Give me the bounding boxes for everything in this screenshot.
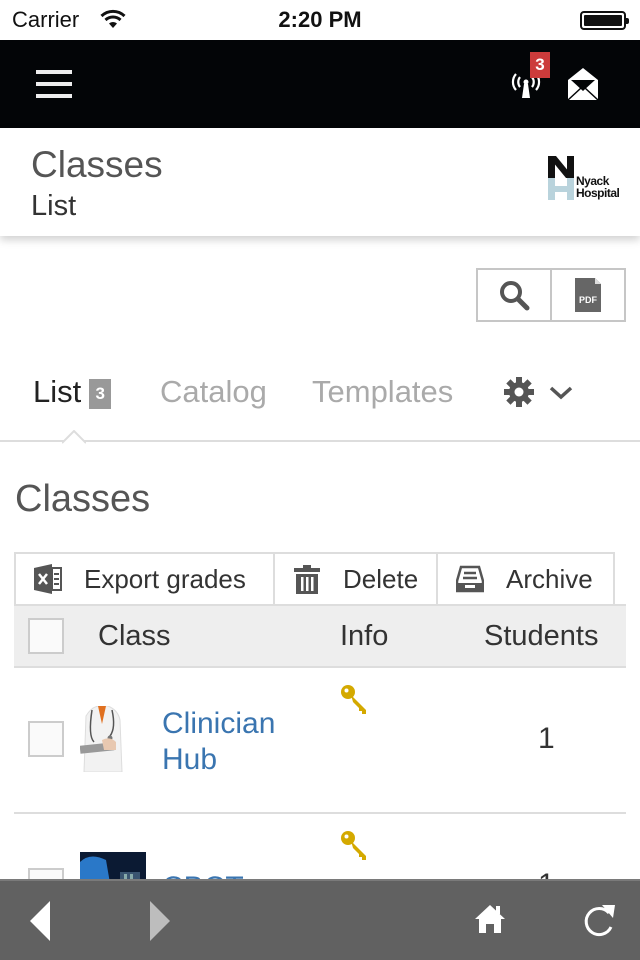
column-header-class[interactable]: Class <box>98 620 171 653</box>
column-header-students[interactable]: Students <box>484 620 598 653</box>
table-row[interactable]: Clinician Hub 1 <box>14 668 626 814</box>
nyack-hospital-logo: Nyack Hospital <box>548 156 628 202</box>
key-icon[interactable] <box>340 830 370 860</box>
search-button[interactable] <box>478 270 550 320</box>
column-header-info[interactable]: Info <box>340 620 388 653</box>
notification-count-badge: 3 <box>530 52 550 78</box>
pdf-file-icon: PDF <box>575 278 601 312</box>
trash-icon <box>294 565 320 594</box>
class-thumbnail <box>80 706 146 772</box>
top-navbar: 3 <box>0 40 640 128</box>
tool-button-group: PDF <box>476 268 626 322</box>
tab-templates[interactable]: Templates <box>312 374 453 410</box>
clock: 2:20 PM <box>278 7 362 32</box>
gear-icon[interactable] <box>503 376 535 408</box>
row-checkbox[interactable] <box>28 721 64 757</box>
students-count: 1 <box>538 722 555 755</box>
page-title: Classes <box>31 144 163 185</box>
tab-catalog[interactable]: Catalog <box>160 374 267 410</box>
pdf-export-button[interactable]: PDF <box>550 270 624 320</box>
reload-icon[interactable] <box>582 903 616 939</box>
table-header: Class Info Students <box>14 604 626 668</box>
search-icon <box>500 281 530 311</box>
hamburger-menu-icon[interactable] <box>36 70 72 98</box>
excel-export-icon <box>34 564 62 594</box>
svg-text:PDF: PDF <box>579 295 598 305</box>
logo-mark-icon <box>548 156 574 200</box>
status-bar: Carrier 2:20 PM <box>0 0 640 40</box>
tab-list[interactable]: List 3 <box>33 374 112 410</box>
battery-full-icon <box>580 11 629 30</box>
section-title: Classes <box>15 478 151 520</box>
tab-count-badge: 3 <box>89 379 112 409</box>
class-name-link[interactable]: Clinician Hub <box>162 706 275 778</box>
bulk-actions-bar: Export grades Delete Archive <box>14 552 615 604</box>
export-grades-button[interactable]: Export grades <box>16 554 273 604</box>
key-icon[interactable] <box>340 684 370 714</box>
page-subtitle: List <box>31 190 77 222</box>
active-tab-indicator <box>62 430 86 444</box>
home-icon[interactable] <box>474 903 506 933</box>
tab-bar: List 3 Catalog Templates <box>0 360 640 444</box>
page-header: Classes List Nyack Hospital <box>0 128 640 236</box>
logo-text: Nyack Hospital <box>576 174 620 200</box>
select-all-checkbox[interactable] <box>28 618 64 654</box>
archive-button[interactable]: Archive <box>436 554 613 604</box>
bottom-browser-bar <box>0 879 640 960</box>
back-arrow-icon[interactable] <box>30 901 52 941</box>
delete-button[interactable]: Delete <box>273 554 436 604</box>
chevron-down-icon[interactable] <box>548 384 574 402</box>
envelope-open-icon[interactable] <box>566 67 600 101</box>
forward-arrow-icon[interactable] <box>148 901 170 941</box>
archive-tray-icon <box>456 565 484 593</box>
